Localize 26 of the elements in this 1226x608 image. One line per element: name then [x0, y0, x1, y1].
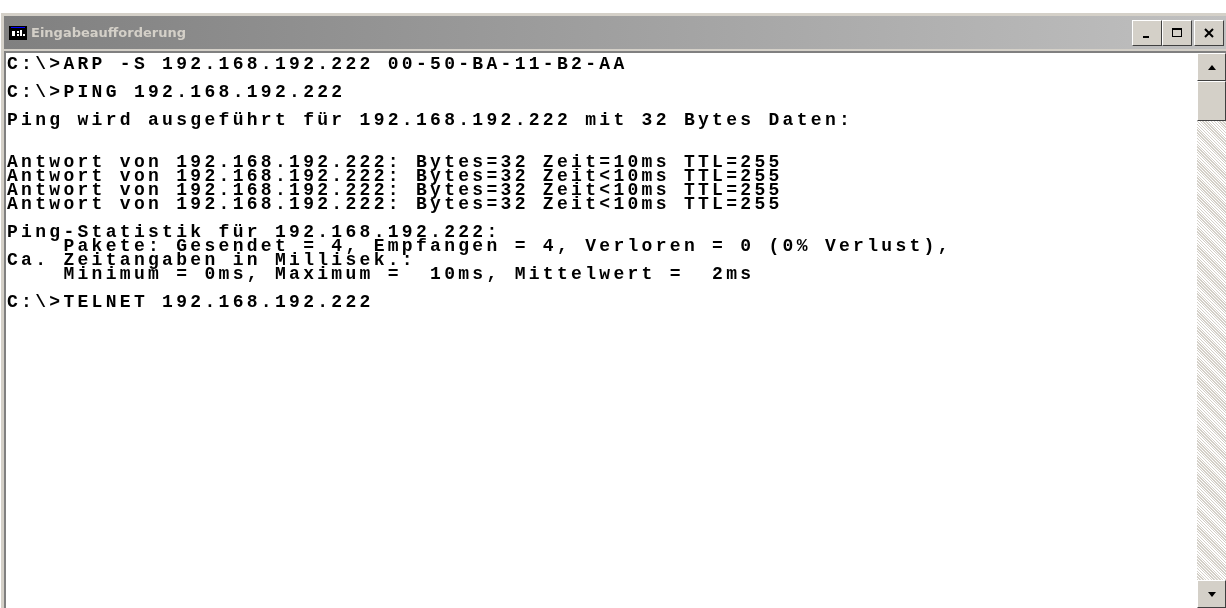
- console-line: Minimum = 0ms, Maximum = 10ms, Mittelwert = 2ms: [62, 267, 756, 281]
- minimize-button[interactable]: [1132, 19, 1162, 46]
- console-line: Antwort von 192.168.192.222: Bytes=32 Zeit<10ms TTL=255: [7, 169, 784, 183]
- close-icon: [1204, 27, 1214, 38]
- console-line: C:\>PING 192.168.192.222: [7, 85, 347, 99]
- down-arrow-icon: [1207, 591, 1216, 597]
- console-icon: [9, 25, 27, 40]
- scrollbar[interactable]: [1197, 53, 1226, 608]
- scrollbar-thumb[interactable]: [1197, 81, 1226, 121]
- console-line: Ca. Zeitangaben in Millisek.:: [7, 253, 416, 267]
- maximize-icon: [1172, 27, 1182, 38]
- console-line: C:\>TELNET 192.168.192.222: [7, 295, 375, 309]
- console-line: Pakete: Gesendet = 4, Empfangen = 4, Verloren = 0 (0% Verlust),: [63, 239, 953, 253]
- scroll-down-button[interactable]: [1197, 580, 1226, 608]
- maximize-button[interactable]: [1162, 19, 1192, 46]
- up-arrow-icon: [1207, 64, 1216, 70]
- console-line: C:\>ARP -S 192.168.192.222 00-50-BA-11-B2-AA: [7, 57, 629, 71]
- console-line: Antwort von 192.168.192.222: Bytes=32 Zeit<10ms TTL=255: [7, 183, 784, 197]
- console-line: Ping-Statistik für 192.168.192.222:: [7, 225, 502, 239]
- close-button[interactable]: [1194, 19, 1224, 46]
- window-title: Eingabeaufforderung: [31, 25, 188, 40]
- console-line: Ping wird ausgeführt für 192.168.192.222 mit 32 Bytes Daten:: [7, 113, 855, 127]
- console-line: Antwort von 192.168.192.222: Bytes=32 Zeit=10ms TTL=255: [7, 155, 784, 169]
- minimize-icon: [1142, 35, 1149, 38]
- console-line: Antwort von 192.168.192.222: Bytes=32 Zeit<10ms TTL=255: [7, 197, 784, 211]
- scroll-up-button[interactable]: [1197, 53, 1226, 81]
